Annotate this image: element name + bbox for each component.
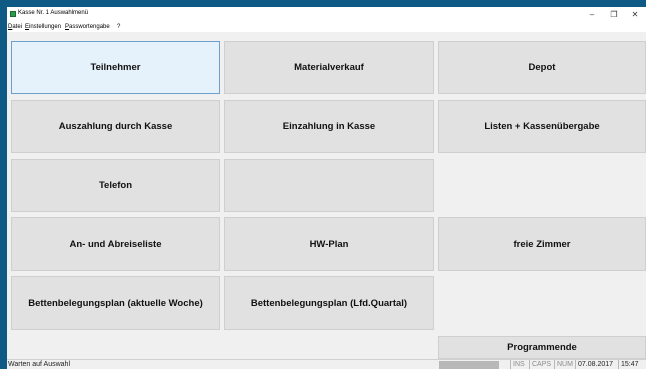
hw-plan-button[interactable]: HW-Plan bbox=[224, 217, 434, 271]
window-title: Kasse Nr. 1 Auswahlmenü bbox=[18, 10, 89, 16]
listen-kassenuebergabe-button[interactable]: Listen + Kassenübergabe bbox=[438, 100, 646, 153]
ins-indicator: INS bbox=[510, 360, 527, 369]
minimize-button[interactable]: – bbox=[581, 7, 603, 23]
menu-datei-label: atei bbox=[12, 24, 23, 30]
teilnehmer-button[interactable]: Teilnehmer bbox=[11, 41, 220, 94]
bettenplan-quartal-button[interactable]: Bettenbelegungsplan (Lfd.Quartal) bbox=[224, 276, 434, 330]
app-icon bbox=[10, 11, 16, 17]
close-button[interactable]: ✕ bbox=[624, 7, 646, 23]
num-indicator: NUM bbox=[554, 360, 575, 369]
programmende-button[interactable]: Programmende bbox=[438, 336, 646, 359]
materialverkauf-button[interactable]: Materialverkauf bbox=[224, 41, 434, 94]
status-gauge bbox=[439, 361, 499, 369]
empty-button[interactable] bbox=[224, 159, 434, 212]
menu-einstellungen[interactable]: Einstellungen bbox=[25, 23, 61, 32]
an-abreiseliste-button[interactable]: An- und Abreiseliste bbox=[11, 217, 220, 271]
telefon-button[interactable]: Telefon bbox=[11, 159, 220, 212]
status-bar: Warten auf Auswahl INS CAPS NUM 07.08.20… bbox=[7, 359, 646, 369]
menu-einstellungen-label: instellungen bbox=[29, 24, 62, 30]
caps-indicator: CAPS bbox=[529, 360, 553, 369]
maximize-button[interactable]: ❐ bbox=[603, 7, 625, 23]
menu-passwort-label: asswortengabe bbox=[69, 24, 110, 30]
status-date: 07.08.2017 bbox=[575, 360, 615, 369]
menu-passwortengabe[interactable]: Passwortengabe bbox=[65, 23, 110, 32]
menu-datei[interactable]: Datei bbox=[8, 23, 22, 32]
auszahlung-button[interactable]: Auszahlung durch Kasse bbox=[11, 100, 220, 153]
menu-bar: Datei Einstellungen Passwortengabe ? bbox=[7, 23, 646, 32]
status-time: 15:47 bbox=[618, 360, 641, 369]
main-window: Kasse Nr. 1 Auswahlmenü – ❐ ✕ Datei Eins… bbox=[7, 7, 646, 369]
einzahlung-button[interactable]: Einzahlung in Kasse bbox=[224, 100, 434, 153]
bettenplan-woche-button[interactable]: Bettenbelegungsplan (aktuelle Woche) bbox=[11, 276, 220, 330]
menu-help[interactable]: ? bbox=[117, 23, 120, 32]
status-message: Warten auf Auswahl bbox=[8, 361, 70, 368]
depot-button[interactable]: Depot bbox=[438, 41, 646, 94]
title-bar: Kasse Nr. 1 Auswahlmenü – ❐ ✕ bbox=[7, 7, 646, 23]
freie-zimmer-button[interactable]: freie Zimmer bbox=[438, 217, 646, 271]
